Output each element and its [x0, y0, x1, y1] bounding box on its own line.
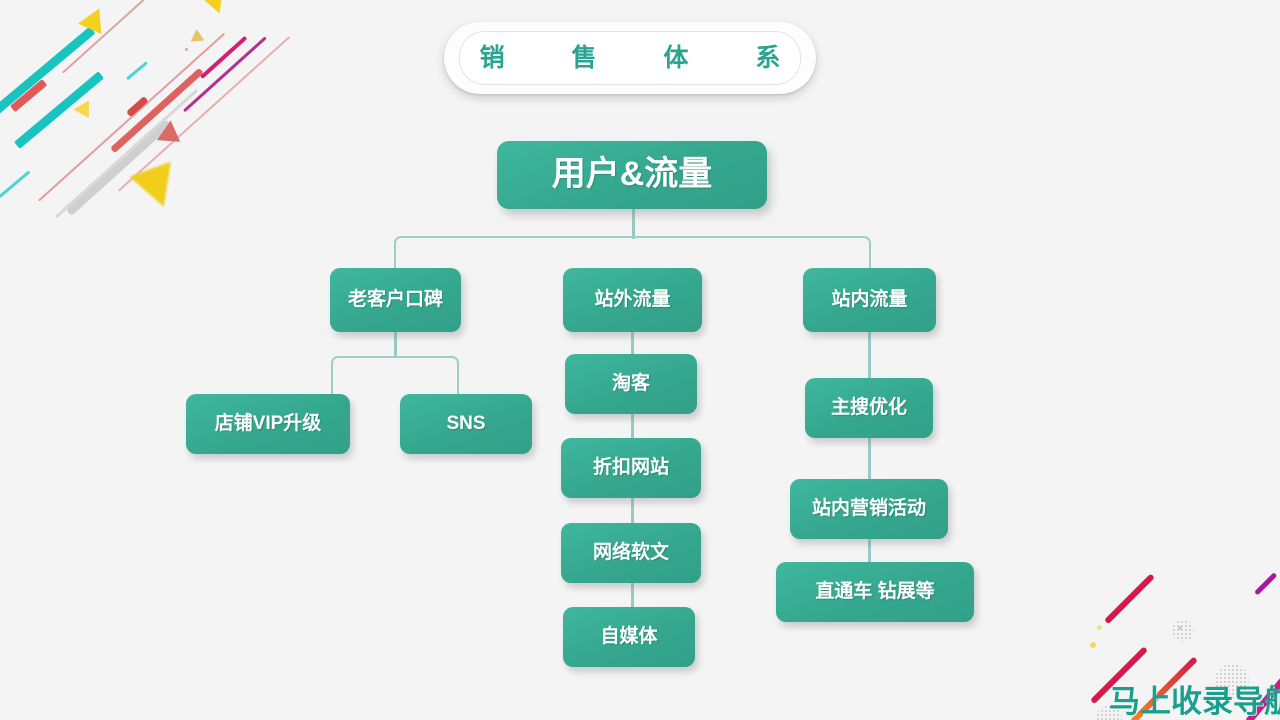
deco-dotted-circle-1: [1172, 620, 1194, 642]
connector-onsite-1: [868, 332, 871, 378]
node-sns[interactable]: SNS: [400, 394, 532, 454]
deco-line-teal-3: [0, 170, 31, 199]
deco-line-red-2: [110, 67, 204, 154]
connector-level2-bracket: [331, 356, 459, 394]
slide-canvas: 销 售 体 系 用户&流量 老客户口碑 站外流量 站内流量 店铺VIP升级 SN…: [0, 0, 1280, 720]
node-main-search[interactable]: 主搜优化: [805, 378, 933, 438]
deco-triangle-yellow-4: [129, 161, 185, 215]
deco-line-magenta-3: [1254, 572, 1278, 596]
deco-triangle-yellow-5: [190, 29, 208, 47]
deco-triangle-yellow-3: [73, 100, 97, 123]
deco-dot-gray-1: [1178, 626, 1182, 630]
title-pill-outer: 销 售 体 系: [444, 22, 816, 94]
connector-offsite-4: [631, 583, 634, 607]
deco-triangle-red-1: [156, 120, 188, 152]
node-shop-vip[interactable]: 店铺VIP升级: [186, 394, 350, 454]
deco-line-pink-1: [38, 32, 226, 202]
deco-dot-pink-1: [185, 48, 188, 51]
deco-line-gray-2: [55, 88, 199, 219]
node-onsite-campaign[interactable]: 站内营销活动: [790, 479, 948, 539]
title-pill-inner: 销 售 体 系: [459, 31, 801, 85]
connector-offsite-1: [631, 332, 634, 354]
connector-root-stem: [632, 209, 635, 239]
deco-line-pink-3: [118, 36, 291, 192]
deco-line-magenta-1: [183, 36, 267, 113]
node-root[interactable]: 用户&流量: [497, 141, 767, 209]
deco-dot-yellow-2: [1090, 642, 1096, 648]
deco-line-teal-1: [0, 26, 96, 117]
node-old-customer[interactable]: 老客户口碑: [330, 268, 461, 332]
deco-line-pink-2: [62, 0, 212, 74]
node-onsite-traffic[interactable]: 站内流量: [803, 268, 936, 332]
connector-offsite-3: [631, 498, 634, 523]
node-taoke[interactable]: 淘客: [565, 354, 697, 414]
node-discount-sites[interactable]: 折扣网站: [561, 438, 701, 498]
deco-triangle-yellow-1: [78, 8, 112, 42]
node-self-media[interactable]: 自媒体: [563, 607, 695, 667]
node-paid-ads[interactable]: 直通车 钻展等: [776, 562, 974, 622]
deco-line-crimson-1: [1104, 573, 1155, 625]
watermark-text: 马上收录导航: [1109, 684, 1280, 719]
deco-line-red-1: [10, 79, 48, 113]
page-title: 销 售 体 系: [479, 43, 811, 72]
node-soft-article[interactable]: 网络软文: [561, 523, 701, 583]
connector-offsite-2: [631, 414, 634, 438]
connector-onsite-2: [868, 438, 871, 479]
deco-line-teal-4: [126, 61, 148, 81]
deco-triangle-yellow-2: [202, 0, 230, 18]
deco-line-gray-1: [66, 119, 172, 216]
deco-line-teal-2: [14, 71, 105, 149]
deco-line-magenta-2: [200, 35, 248, 79]
connector-level1-bracket: [394, 236, 871, 268]
node-offsite-traffic[interactable]: 站外流量: [563, 268, 702, 332]
deco-dot-yellow-1: [1097, 625, 1102, 630]
connector-old-customer-stem: [394, 332, 397, 358]
connector-onsite-3: [868, 539, 871, 562]
deco-line-red-3: [126, 95, 149, 118]
